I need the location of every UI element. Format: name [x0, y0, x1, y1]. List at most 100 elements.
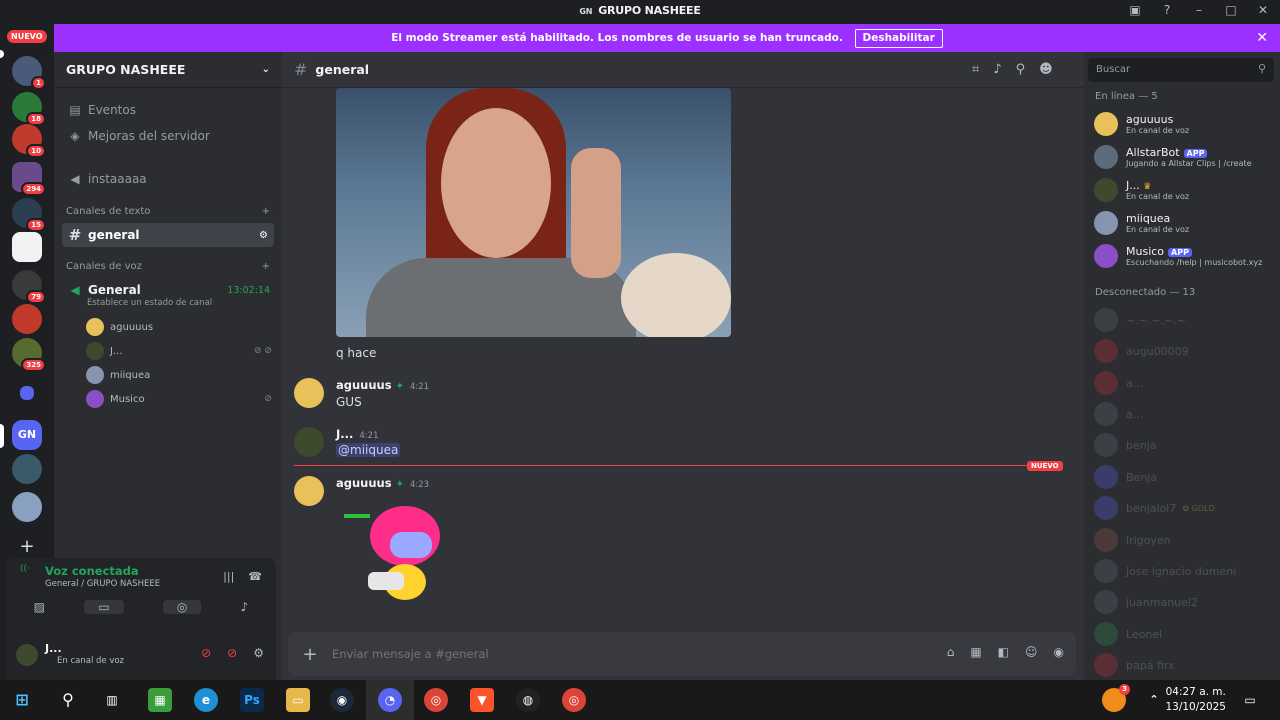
member-list-icon[interactable]: ☻: [1039, 62, 1053, 77]
server-icon[interactable]: 15: [12, 198, 46, 232]
member-row[interactable]: Musico APP Escuchando /help | musicobot.xy…: [1094, 244, 1274, 268]
member-row[interactable]: ~.~.~.~.~: [1094, 308, 1274, 332]
headphones-muted-icon[interactable]: ⊘: [227, 646, 237, 660]
chrome-icon[interactable]: ◎: [562, 688, 586, 712]
task-view-icon[interactable]: ▥: [100, 688, 124, 712]
avatar[interactable]: [294, 476, 324, 506]
server-icon[interactable]: 1: [12, 56, 46, 90]
server-icon[interactable]: 79: [12, 270, 46, 304]
settings-icon[interactable]: ⚙: [259, 230, 268, 241]
message-author[interactable]: J... 4:21: [336, 427, 378, 441]
channel-events[interactable]: ▤ Eventos: [62, 98, 274, 122]
camera-icon[interactable]: ▨: [34, 600, 45, 614]
voice-user[interactable]: J... ⊘ ⊘: [86, 342, 272, 360]
avatar[interactable]: [294, 427, 324, 457]
server-header[interactable]: GRUPO NASHEEE ⌄: [54, 52, 282, 88]
member-row[interactable]: aguuuus En canal de voz: [1094, 112, 1274, 136]
photoshop-icon[interactable]: Ps: [240, 688, 264, 712]
avatar[interactable]: [294, 378, 324, 408]
search-box[interactable]: Buscar ⚲: [1088, 58, 1274, 82]
minecraft-icon[interactable]: ▦: [148, 688, 172, 712]
help-icon[interactable]: ?: [1158, 3, 1176, 17]
message-input[interactable]: [332, 647, 912, 661]
emoji-icon[interactable]: ☺: [1025, 645, 1038, 659]
member-row[interactable]: juanmanuel2: [1094, 590, 1274, 614]
notification-icon[interactable]: ▭: [1238, 688, 1262, 712]
member-row[interactable]: papá firx: [1094, 653, 1274, 677]
server-icon[interactable]: 10: [12, 124, 46, 158]
server-icon[interactable]: [12, 232, 42, 262]
member-row[interactable]: Benja: [1094, 465, 1274, 489]
search-input[interactable]: Buscar: [1096, 64, 1130, 75]
member-row[interactable]: benjalol7 ✿ GOLD: [1094, 496, 1274, 520]
start-icon[interactable]: ⊞: [10, 688, 34, 712]
voice-user[interactable]: Musico ⊘: [86, 390, 272, 408]
member-row[interactable]: lrigoyen: [1094, 528, 1274, 552]
voice-subtitle[interactable]: General / GRUPO NASHEEE: [45, 579, 160, 589]
search-icon[interactable]: ⚲: [56, 688, 80, 712]
member-row[interactable]: miiquea En canal de voz: [1094, 211, 1274, 235]
channel-general[interactable]: # general ⚙: [62, 223, 274, 247]
tray-app-icon[interactable]: 3: [1102, 684, 1130, 712]
bell-icon[interactable]: ♪: [993, 62, 1001, 77]
disable-streamer-button[interactable]: Deshabilitar: [854, 29, 943, 48]
threads-icon[interactable]: ⌗: [972, 62, 979, 77]
sticker-icon[interactable]: ◧: [998, 645, 1009, 659]
obs-icon[interactable]: ◍: [516, 688, 540, 712]
activity-icon[interactable]: ◎: [162, 600, 202, 614]
member-row[interactable]: AllstarBot APP Jugando a Allstar Clips | /…: [1094, 145, 1274, 169]
member-row[interactable]: jose ignacio dumeni: [1094, 559, 1274, 583]
user-name[interactable]: J...: [45, 642, 62, 655]
message-image[interactable]: [336, 88, 731, 337]
member-row[interactable]: J... ♛ En canal de voz: [1094, 178, 1274, 202]
noise-suppression-icon[interactable]: |||: [223, 570, 234, 583]
server-icon[interactable]: 294: [12, 162, 46, 196]
maximize-button[interactable]: □: [1222, 3, 1240, 17]
member-row[interactable]: Leonel: [1094, 622, 1274, 646]
member-row[interactable]: benja: [1094, 433, 1274, 457]
member-row[interactable]: a...: [1094, 402, 1274, 426]
server-icon[interactable]: [12, 304, 42, 334]
close-window-button[interactable]: ✕: [1254, 3, 1272, 17]
chevron-up-icon[interactable]: ⌃: [1142, 688, 1166, 712]
member-row[interactable]: a...: [1094, 371, 1274, 395]
server-icon[interactable]: [12, 492, 42, 522]
folder-icon[interactable]: [20, 386, 34, 400]
voice-user[interactable]: miiquea: [86, 366, 272, 384]
discord-icon[interactable]: ◔: [378, 688, 402, 712]
disconnect-icon[interactable]: ☎: [248, 570, 262, 583]
server-icon[interactable]: 18: [12, 92, 46, 126]
edge-icon[interactable]: e: [194, 688, 218, 712]
server-icon[interactable]: 325: [12, 338, 46, 372]
voice-user[interactable]: aguuuus: [86, 318, 272, 336]
attach-plus-icon[interactable]: +: [288, 644, 332, 665]
pin-icon[interactable]: ⚲: [1016, 62, 1026, 77]
user-mention[interactable]: @miiquea: [336, 443, 401, 457]
voice-category[interactable]: Canales de voz +: [66, 261, 270, 272]
message-author[interactable]: aguuuus ✦ 4:21: [336, 378, 429, 392]
user-settings-icon[interactable]: ⚙: [253, 646, 264, 660]
sticker[interactable]: [344, 502, 449, 612]
add-channel-icon[interactable]: +: [262, 206, 270, 217]
voice-status-text[interactable]: Establece un estado de canal: [87, 298, 212, 308]
soundboard-icon[interactable]: ♪: [241, 600, 249, 614]
gif-icon[interactable]: ▦: [970, 645, 981, 659]
gift-icon[interactable]: ⌂: [947, 645, 955, 659]
minimize-button[interactable]: –: [1190, 3, 1208, 17]
system-clock[interactable]: 04:27 a. m. 13/10/2025: [1165, 685, 1226, 715]
file-explorer-icon[interactable]: ▭: [286, 688, 310, 712]
brave-icon[interactable]: ▼: [470, 688, 494, 712]
text-category[interactable]: Canales de texto +: [66, 206, 270, 217]
avatar[interactable]: [16, 644, 38, 666]
member-row[interactable]: augu00009: [1094, 339, 1274, 363]
channel-boosts[interactable]: ◈ Mejoras del servidor: [62, 124, 274, 148]
inbox-icon[interactable]: ▣: [1126, 3, 1144, 17]
close-banner-icon[interactable]: ✕: [1256, 24, 1268, 52]
channel-instaaaaa[interactable]: ◀ instaaaaa: [62, 167, 274, 191]
screen-share-icon[interactable]: ▭: [84, 600, 124, 614]
voice-title[interactable]: Voz conectada: [45, 564, 139, 578]
add-channel-icon[interactable]: +: [262, 261, 270, 272]
message-author[interactable]: aguuuus ✦ 4:23: [336, 476, 429, 490]
steam-icon[interactable]: ◉: [330, 688, 354, 712]
apps-icon[interactable]: ◉: [1054, 645, 1064, 659]
